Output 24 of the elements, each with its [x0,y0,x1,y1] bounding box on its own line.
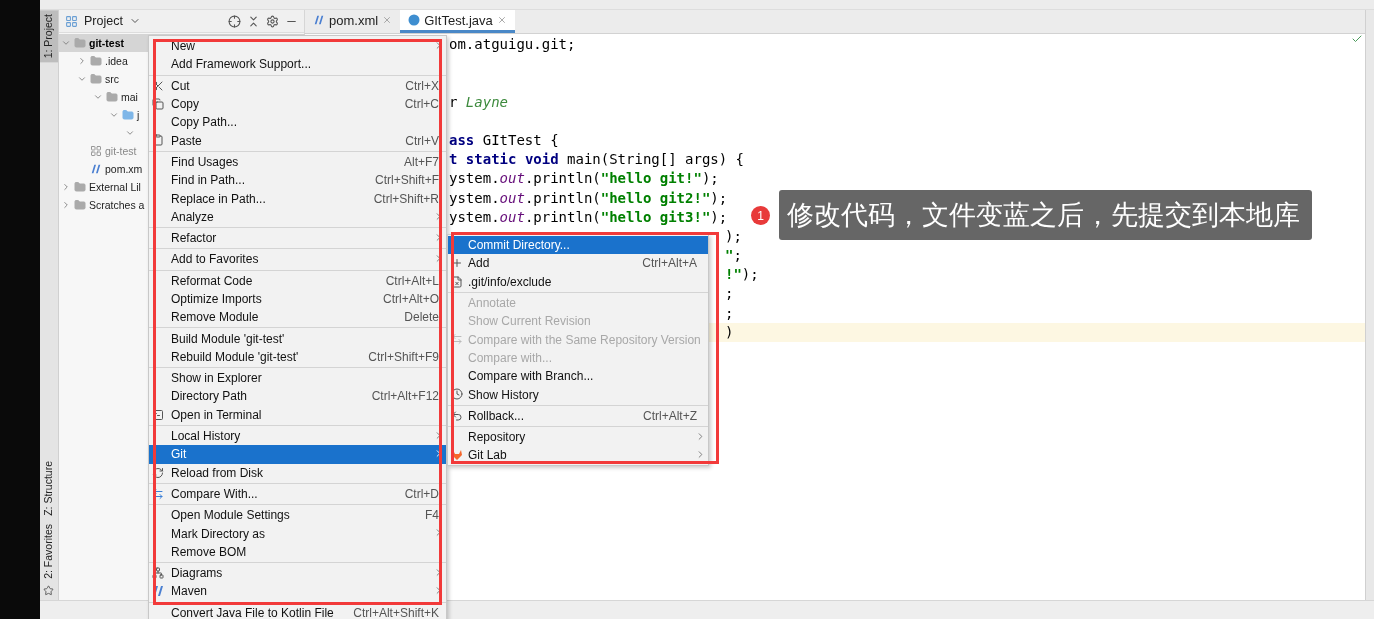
tree-label: j [137,109,140,121]
code-line: ) [725,323,734,340]
code-line: ass GItTest { [449,131,559,148]
code-line: ; [725,304,734,321]
tree-label: pom.xm [105,163,143,175]
code-line: r Layne [449,93,508,110]
code-line: ystem.out.println("hello git2!"); [449,189,728,206]
tree-label: git-test [89,37,124,49]
code-line: ); [725,227,742,244]
code-line: ystem.out.println("hello git!"); [449,170,719,187]
code-line: ; [725,285,734,302]
tree-label: git-test [105,145,137,157]
callout-label: 修改代码，文件变蓝之后，先提交到本地库 [779,190,1312,240]
code-line: "; [725,247,742,264]
code-line: ystem.out.println("hello git3!"); [449,208,728,225]
code-line: !"); [725,266,759,283]
tree-label: Scratches a [89,199,145,211]
tree-label: External Lil [89,181,141,193]
code-line: t static void main(String[] args) { [449,151,745,168]
code-line: om.atguigu.git; [449,36,576,52]
tree-label: .idea [105,55,128,67]
tree-label: mai [121,91,138,103]
tree-label: src [105,73,119,85]
step-badge: 1 [751,206,770,225]
